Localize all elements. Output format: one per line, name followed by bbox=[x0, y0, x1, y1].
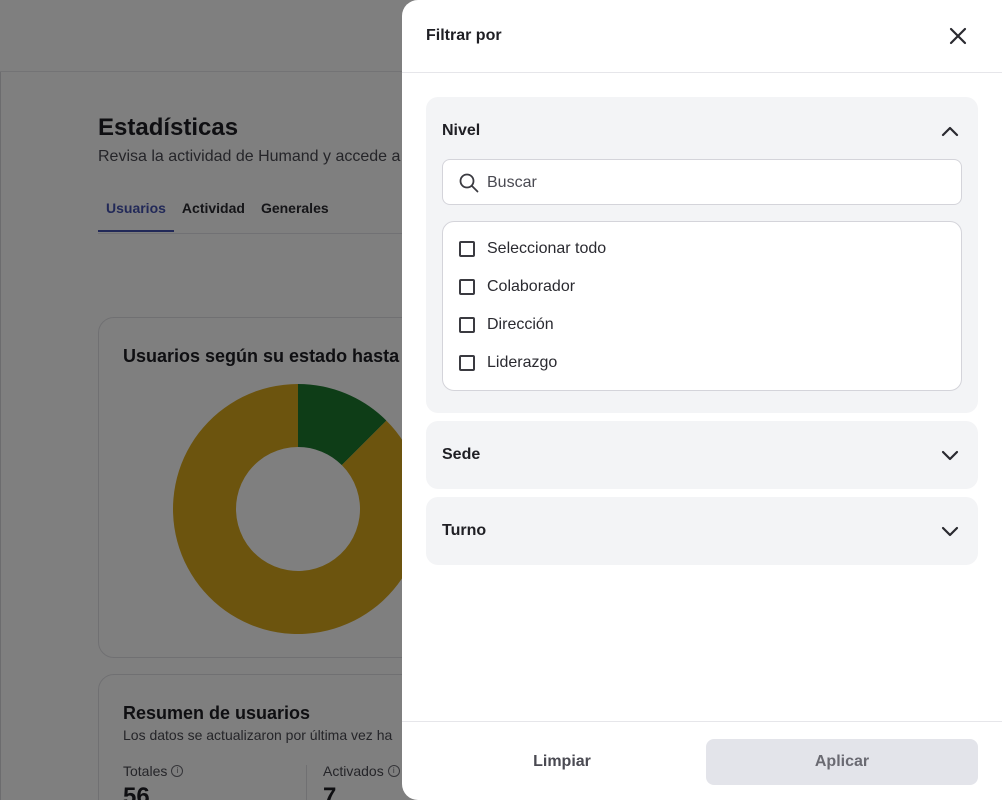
chevron-up-icon bbox=[941, 126, 959, 137]
option-liderazgo[interactable]: Liderazgo bbox=[459, 351, 557, 375]
chevron-down-icon bbox=[941, 526, 959, 537]
search-icon bbox=[459, 173, 479, 193]
drawer-header: Filtrar por bbox=[402, 0, 1002, 73]
search-field[interactable] bbox=[442, 159, 962, 205]
checkbox[interactable] bbox=[459, 355, 475, 371]
filter-section-sede: Sede bbox=[426, 421, 978, 489]
filter-section-nivel: Nivel Seleccionar todo Colaborador bbox=[426, 97, 978, 413]
option-select-all[interactable]: Seleccionar todo bbox=[459, 237, 606, 261]
drawer-footer: Limpiar Aplicar bbox=[402, 721, 1002, 800]
section-header-sede[interactable]: Sede bbox=[426, 421, 978, 489]
close-icon bbox=[949, 27, 967, 45]
section-header-turno[interactable]: Turno bbox=[426, 497, 978, 565]
clear-button[interactable]: Limpiar bbox=[426, 739, 698, 785]
option-colaborador[interactable]: Colaborador bbox=[459, 275, 575, 299]
section-header-nivel[interactable]: Nivel bbox=[426, 97, 978, 165]
section-title: Sede bbox=[442, 446, 481, 463]
filter-drawer: Filtrar por Nivel Seleccionar todo bbox=[402, 0, 1002, 800]
drawer-title: Filtrar por bbox=[426, 27, 502, 44]
section-title: Nivel bbox=[442, 122, 481, 139]
option-label: Colaborador bbox=[487, 278, 576, 295]
filter-section-turno: Turno bbox=[426, 497, 978, 565]
option-direccion[interactable]: Dirección bbox=[459, 313, 554, 337]
chevron-down-icon bbox=[941, 450, 959, 461]
option-label: Liderazgo bbox=[487, 354, 558, 371]
option-label: Seleccionar todo bbox=[487, 240, 607, 257]
checkbox[interactable] bbox=[459, 241, 475, 257]
options-list: Seleccionar todo Colaborador Dirección L… bbox=[442, 221, 962, 391]
checkbox[interactable] bbox=[459, 317, 475, 333]
close-button[interactable] bbox=[942, 20, 974, 52]
checkbox[interactable] bbox=[459, 279, 475, 295]
search-input[interactable] bbox=[487, 171, 947, 195]
apply-button[interactable]: Aplicar bbox=[706, 739, 978, 785]
option-label: Dirección bbox=[487, 316, 554, 333]
section-title: Turno bbox=[442, 522, 487, 539]
